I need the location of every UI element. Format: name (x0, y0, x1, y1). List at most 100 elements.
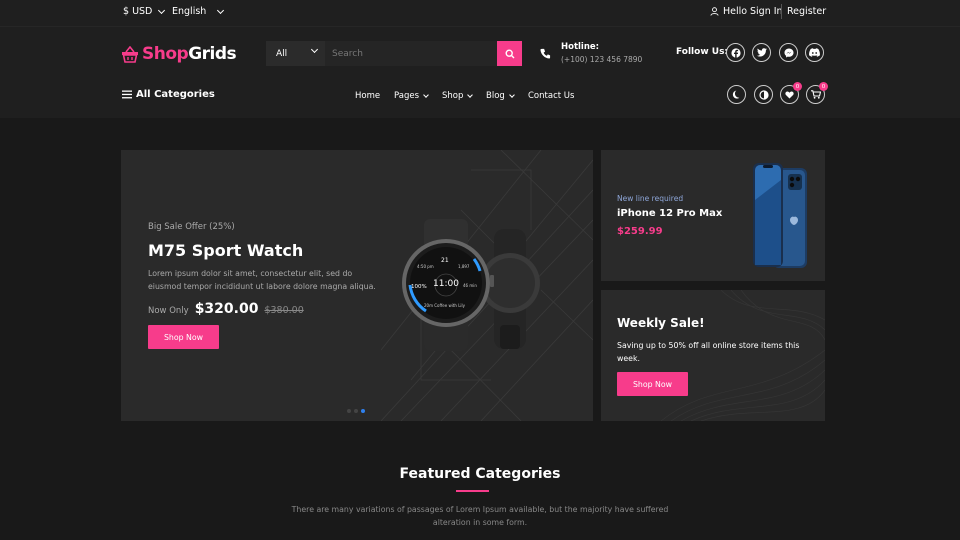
search-category-label: All (276, 48, 288, 59)
sign-in-label: Sign In (750, 6, 783, 17)
search-button[interactable] (497, 41, 522, 66)
language-label: English (172, 6, 207, 17)
hotline: Hotline: (+100) 123 456 7890 (540, 42, 642, 64)
watch-date: 21 (441, 257, 449, 264)
nav-label: Pages (394, 91, 420, 101)
all-categories-label: All Categories (136, 89, 215, 100)
watch-bottom: 20m Coffee with Lily (424, 303, 466, 308)
messenger-link[interactable] (779, 43, 798, 62)
language-select[interactable]: English (172, 6, 225, 17)
hotline-label: Hotline: (561, 42, 600, 52)
nav-item-shop[interactable]: Shop (442, 91, 474, 101)
hero-description: Lorem ipsum dolor sit amet, consectetur … (148, 269, 376, 291)
promo-product-price: $259.99 (617, 226, 663, 237)
nav-item-home[interactable]: Home (355, 91, 380, 101)
hero-old-price: $380.00 (264, 305, 304, 316)
logo-text-shop: Shop (142, 44, 189, 64)
nav-item-pages[interactable]: Pages (394, 91, 429, 101)
nav-label: Shop (442, 91, 464, 101)
watch-percent: 100% (411, 284, 427, 290)
twitter-icon (756, 48, 767, 57)
logo-text-grids: Grids (188, 44, 237, 64)
weekly-sale-description: Saving up to 50% off all online store it… (617, 341, 800, 363)
featured-categories-title: Featured Categories (399, 466, 561, 482)
facebook-icon (730, 47, 741, 58)
moon-icon (732, 90, 740, 99)
cart-icon (810, 90, 821, 99)
cart-button[interactable]: 0 (806, 82, 828, 104)
currency-label: $ USD (123, 6, 153, 17)
top-bar: $ USD English Hello Sign In Register (0, 0, 960, 26)
header: ShopGrids All Hotline: (+100) 123 456 78… (0, 26, 960, 118)
nav-label: Contact Us (528, 91, 575, 101)
slider-dot[interactable] (354, 409, 358, 413)
nav-label: Home (355, 91, 381, 101)
wishlist-button[interactable]: 0 (780, 82, 802, 104)
greeting-text: Hello (723, 6, 748, 17)
messenger-icon (784, 48, 793, 57)
search-input[interactable] (325, 41, 497, 66)
watch-top-right: 1,897 (458, 264, 470, 269)
twitter-link[interactable] (752, 43, 771, 62)
smartwatch-image (402, 219, 540, 351)
title-underline (456, 490, 489, 492)
chevron-down-icon (467, 91, 474, 98)
phone-icon (540, 48, 551, 59)
chevron-down-icon (217, 6, 225, 14)
shop-now-label: Shop Now (163, 332, 204, 342)
nav-label: Blog (486, 91, 505, 101)
slider-dot-active[interactable] (361, 409, 365, 413)
hero-title: M75 Sport Watch (148, 241, 304, 260)
promo-card-iphone[interactable]: New line required iPhone 12 Pro Max $259… (601, 150, 825, 281)
promo-card-weekly-sale: Weekly Sale! Saving up to 50% off all on… (601, 290, 825, 421)
watch-time: 11:00 (433, 279, 459, 289)
register-link[interactable]: Register (787, 6, 826, 17)
follow-us-label: Follow Us: (676, 47, 729, 57)
iphone-image (753, 163, 807, 268)
divider (781, 4, 782, 19)
nav-item-blog[interactable]: Blog (486, 91, 515, 101)
shop-now-label: Shop Now (632, 379, 673, 389)
nav-item-contact-us[interactable]: Contact Us (528, 91, 574, 101)
contrast-toggle[interactable] (754, 85, 773, 104)
hero-shop-now-button[interactable]: Shop Now (148, 325, 219, 349)
slider-dot[interactable] (347, 409, 351, 413)
slider-dots (347, 409, 365, 413)
all-categories-button[interactable]: All Categories (122, 89, 215, 100)
search-bar: All (266, 41, 522, 66)
chevron-down-icon (423, 91, 429, 98)
promo-product-name: iPhone 12 Pro Max (617, 208, 723, 219)
user-icon (710, 7, 719, 16)
user-greeting: Hello (710, 6, 747, 17)
register-label: Register (787, 6, 827, 17)
hero-price-row: Now Only $320.00 $380.00 (148, 301, 304, 317)
chevron-down-icon (310, 45, 319, 54)
logo[interactable]: Shop Grids (121, 44, 237, 64)
search-icon (504, 48, 514, 58)
cart-count-badge: 0 (819, 82, 828, 91)
hotline-number[interactable]: (+100) 123 456 7890 (561, 55, 642, 64)
search-category-select[interactable]: All (266, 41, 325, 66)
basket-icon (122, 45, 138, 63)
watch-top-left: 4:50 pm (417, 264, 434, 269)
dark-mode-toggle[interactable] (727, 85, 746, 104)
wishlist-count-badge: 0 (793, 82, 802, 91)
featured-categories-description: There are many variations of passages of… (291, 505, 669, 527)
promo-subtitle: New line required (617, 194, 684, 203)
weekly-sale-shop-now-button[interactable]: Shop Now (617, 372, 688, 396)
chevron-down-icon (508, 91, 515, 98)
menu-icon (122, 90, 132, 99)
hero-price: $320.00 (194, 301, 259, 317)
contrast-icon (758, 89, 769, 100)
chevron-down-icon (158, 6, 166, 14)
currency-select[interactable]: $ USD (123, 6, 166, 17)
hero-slider: Big Sale Offer (25%) M75 Sport Watch Lor… (121, 150, 593, 421)
hero-offer-text: Big Sale Offer (25%) (148, 222, 235, 232)
discord-link[interactable] (805, 43, 824, 62)
heart-icon (785, 91, 794, 99)
facebook-link[interactable] (726, 43, 745, 62)
watch-right: 46 min (463, 283, 477, 288)
sign-in-link[interactable]: Sign In (750, 6, 783, 17)
now-only-label: Now Only (148, 306, 189, 316)
discord-icon (809, 48, 820, 57)
